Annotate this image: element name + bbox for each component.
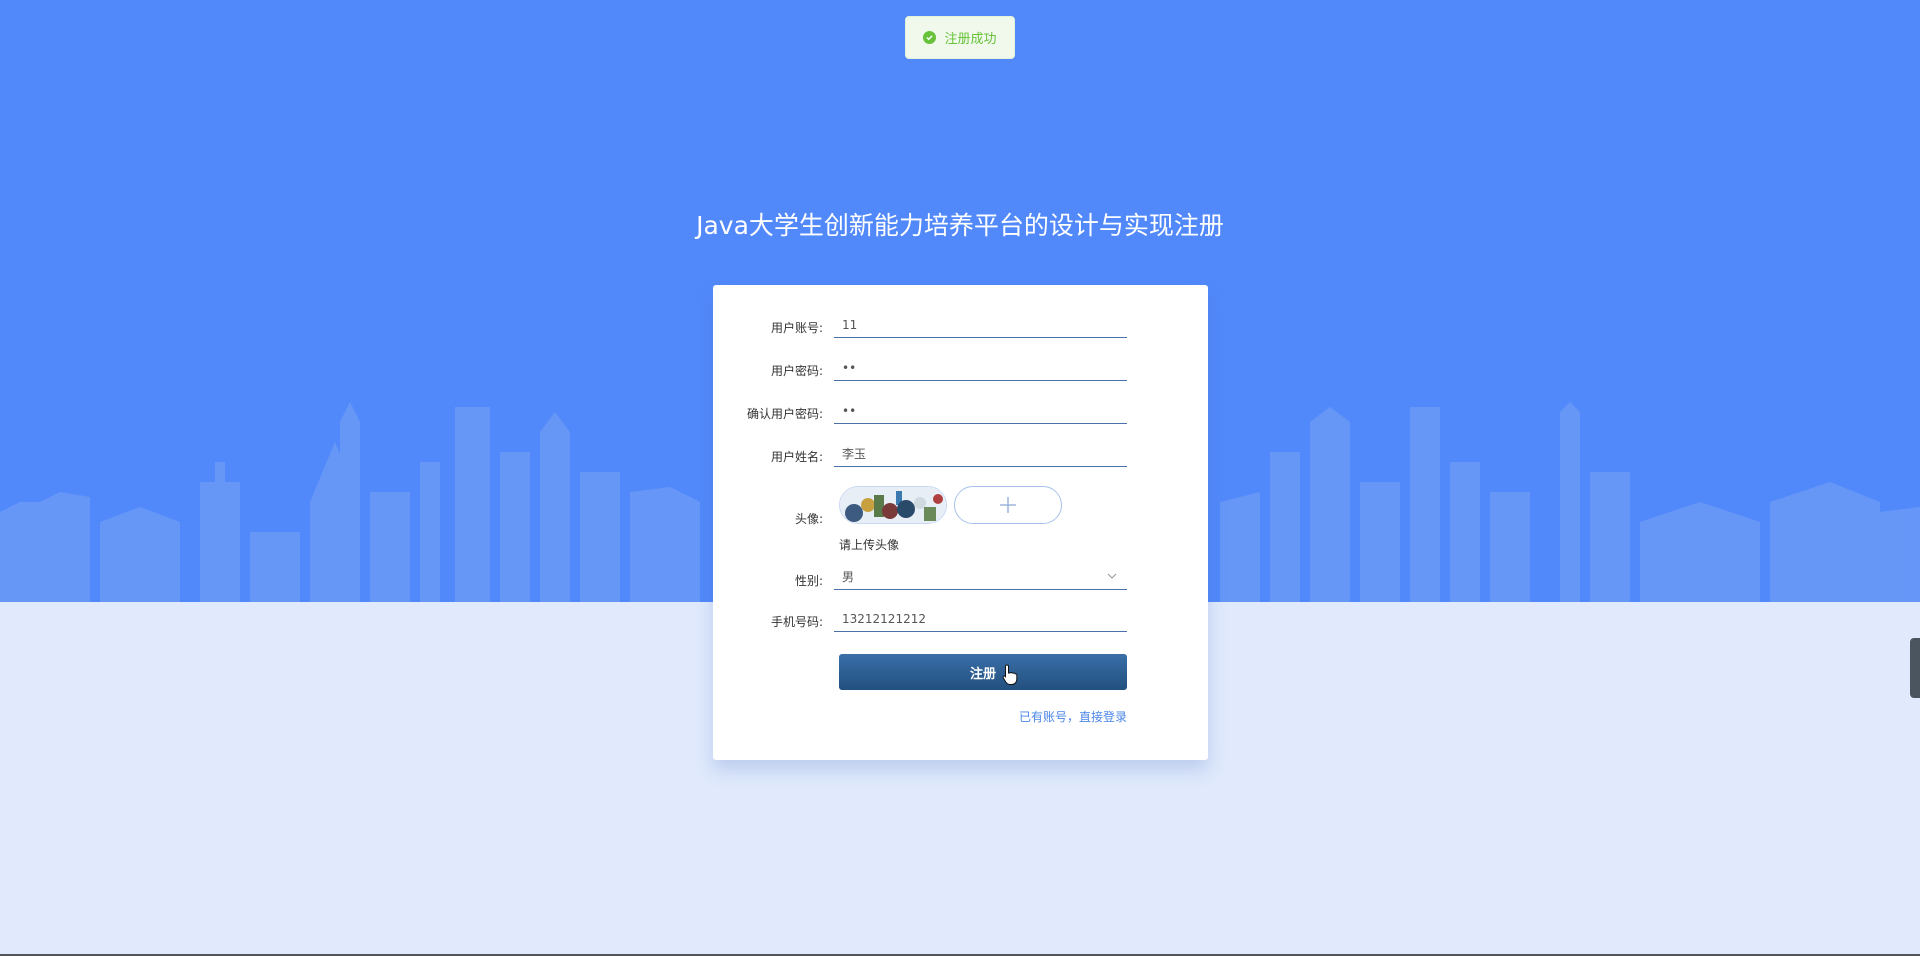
hand-cursor-icon (1002, 664, 1018, 685)
plus-icon (1000, 497, 1016, 513)
page-title: Java大学生创新能力培养平台的设计与实现注册 (696, 211, 1224, 240)
toast-text: 注册成功 (944, 32, 997, 47)
register-form-card: 用户账号: 11 用户密码: •• 确认用户密码: •• 用户姓名: 李玉 头像… (713, 285, 1208, 760)
avatar-preview-image[interactable] (839, 486, 947, 524)
check-circle-icon (923, 31, 937, 44)
account-label: 用户账号: (770, 321, 823, 335)
phone-label: 手机号码: (770, 615, 823, 629)
gender-label: 性别: (794, 574, 823, 588)
confirm-password-label: 确认用户密码: (746, 407, 823, 421)
side-widget-handle[interactable] (1910, 638, 1920, 698)
name-label: 用户姓名: (770, 450, 823, 464)
gender-select[interactable]: 男 (834, 564, 1127, 590)
password-input[interactable]: •• (834, 355, 1127, 381)
register-button[interactable]: 注册 (839, 654, 1127, 690)
avatar-label: 头像: (794, 512, 823, 526)
avatar-hint: 请上传头像 (839, 538, 900, 552)
account-input[interactable]: 11 (834, 312, 1127, 338)
password-label: 用户密码: (770, 364, 823, 378)
confirm-password-input[interactable]: •• (834, 398, 1127, 424)
chevron-down-icon (1107, 573, 1117, 579)
login-link[interactable]: 已有账号，直接登录 (1019, 708, 1127, 725)
success-toast: 注册成功 (905, 16, 1015, 59)
phone-input[interactable]: 13212121212 (834, 606, 1127, 632)
name-input[interactable]: 李玉 (834, 441, 1127, 467)
avatar-upload-button[interactable] (954, 486, 1062, 524)
